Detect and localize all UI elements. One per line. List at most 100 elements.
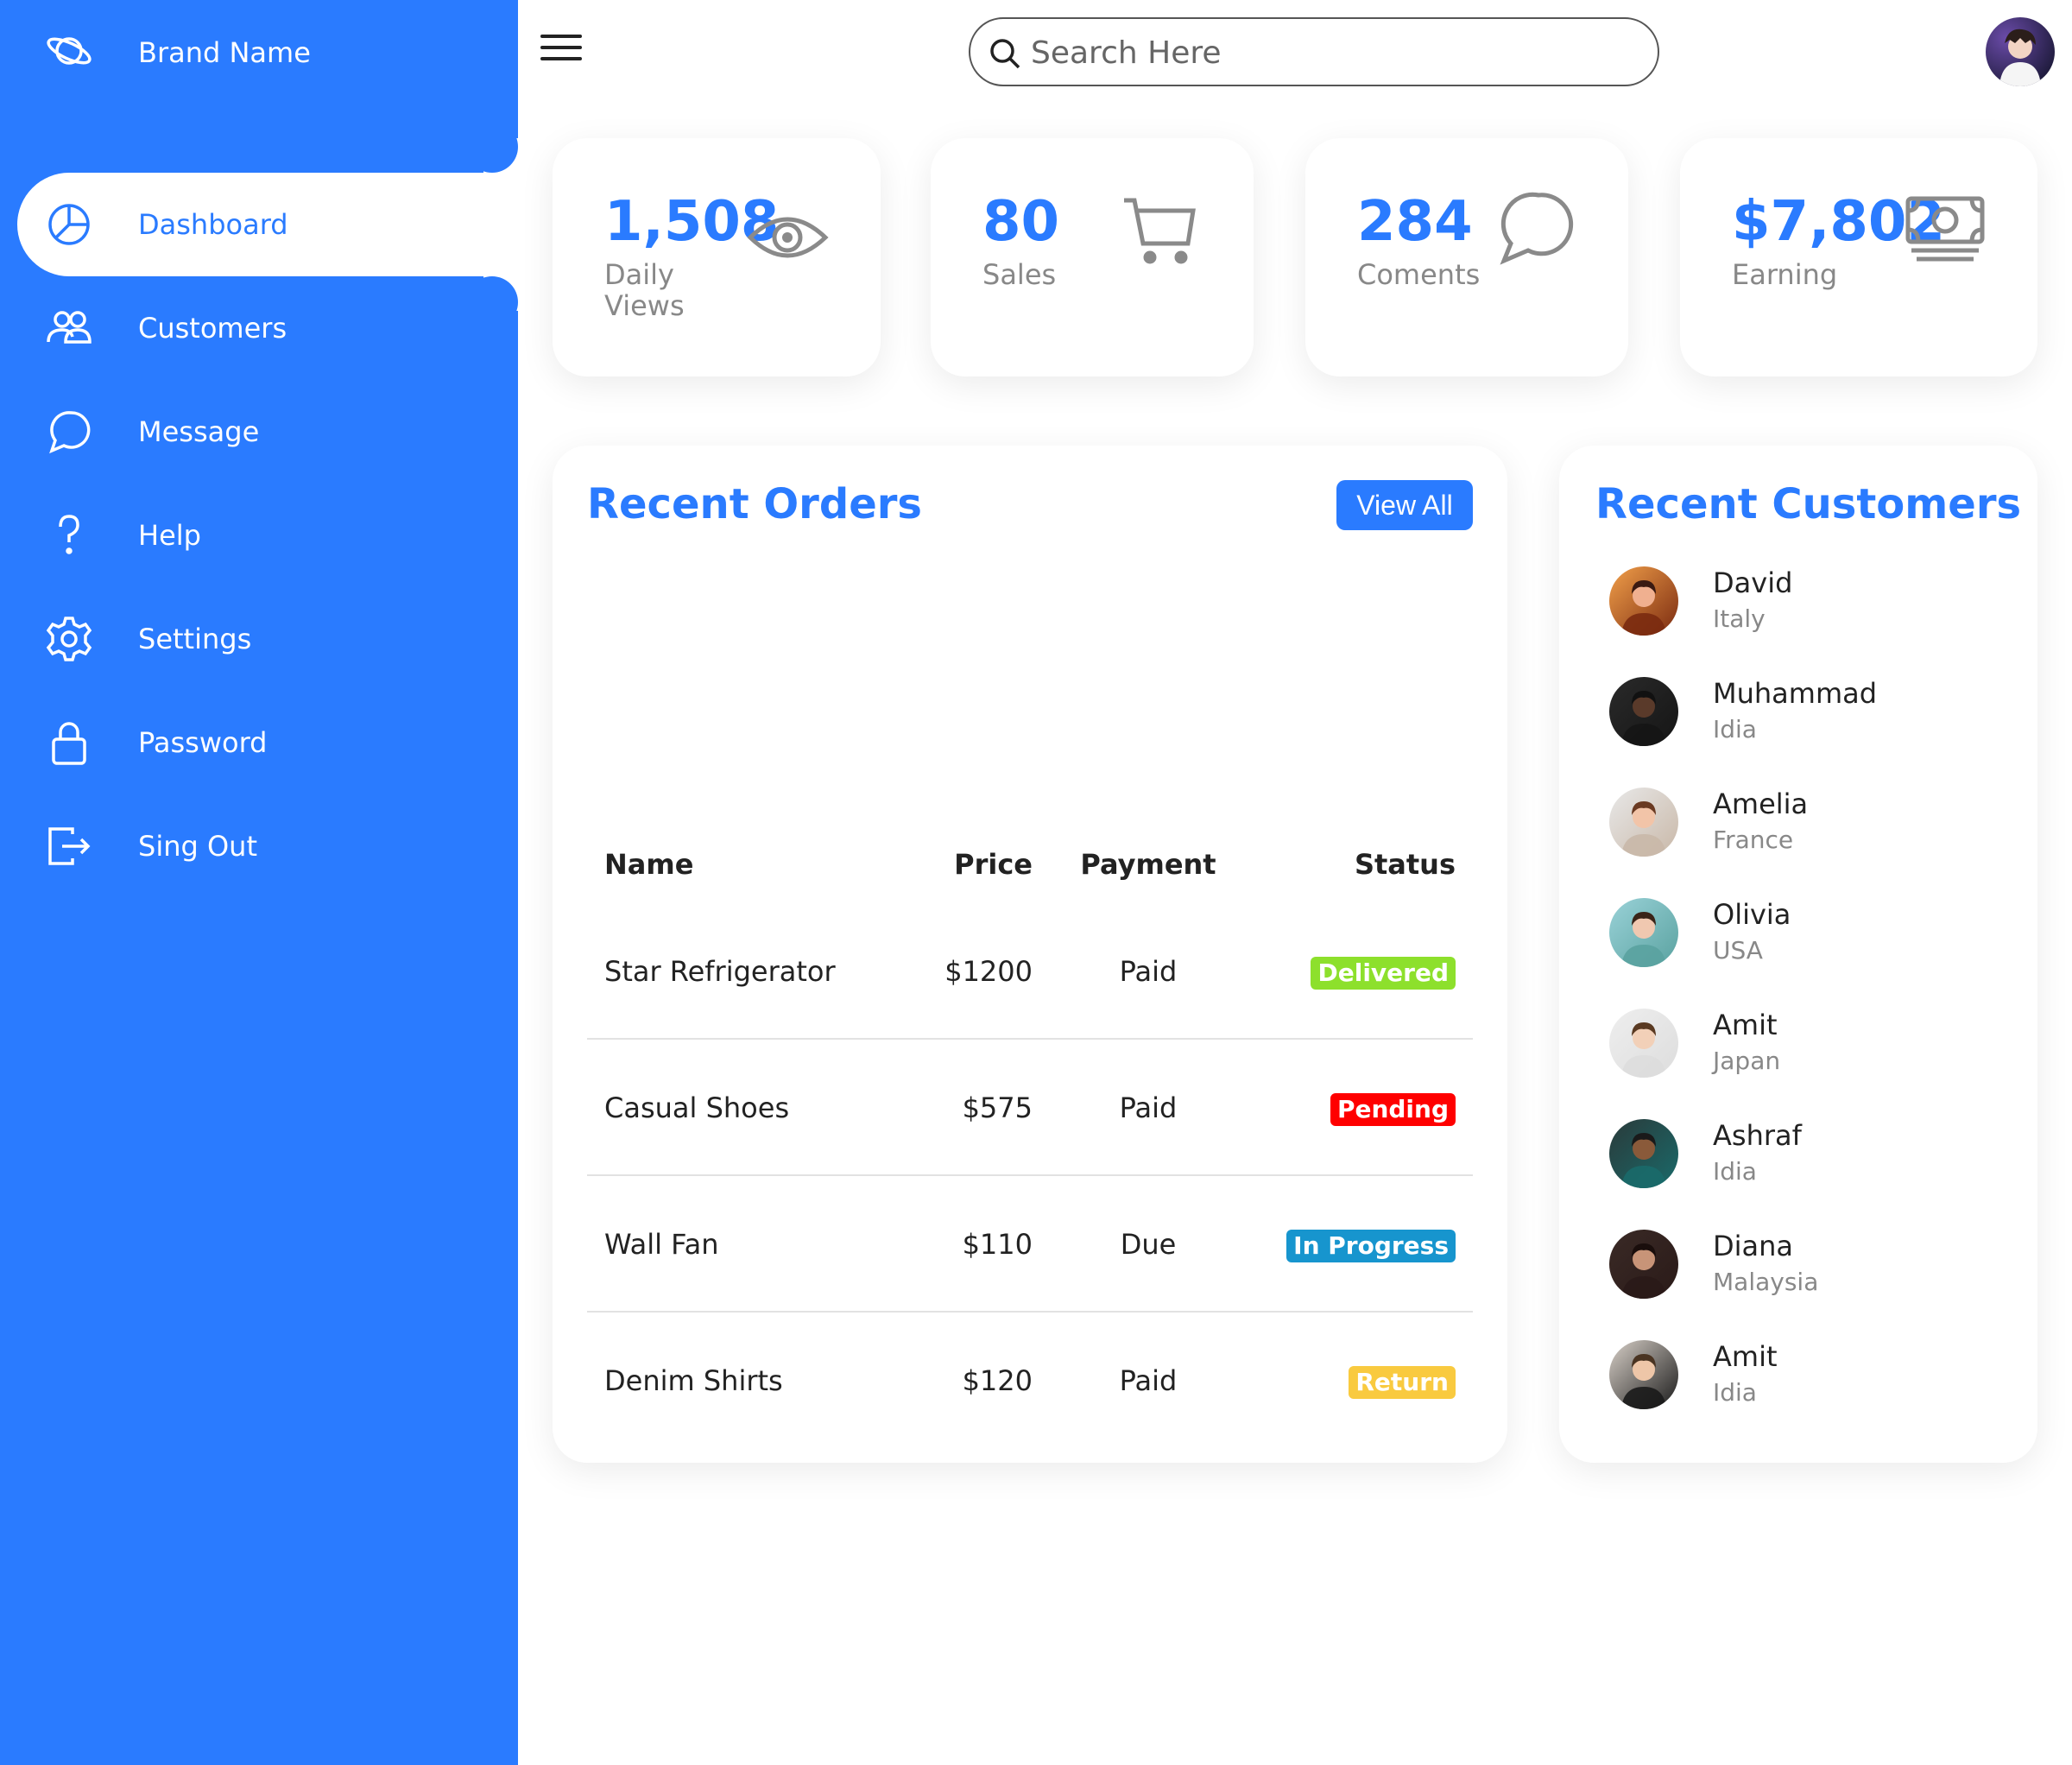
order-status: Delivered [1311, 903, 1456, 1040]
status-badge: Pending [1330, 1093, 1456, 1126]
stat-label: Earning [1732, 258, 1838, 291]
customer-country: Idia [1713, 1157, 1757, 1186]
order-name: Wall Fan [604, 1228, 719, 1261]
help-icon [43, 509, 95, 561]
sidebar-item-label: Help [138, 519, 201, 552]
stat-number: 80 [982, 190, 1060, 254]
order-price: $120 [962, 1364, 1033, 1397]
sidebar-item-label: Password [138, 726, 268, 759]
brand[interactable]: Brand Name [43, 26, 311, 79]
order-name: Star Refrigerator [604, 955, 836, 988]
avatar [1609, 1340, 1678, 1409]
cash-icon [1905, 195, 1991, 282]
avatar [1609, 1230, 1678, 1299]
sidebar-item-label: Settings [138, 623, 252, 655]
sidebar-item-customers[interactable]: Customers [17, 276, 518, 380]
order-name: Denim Shirts [604, 1364, 783, 1397]
order-price: $110 [962, 1228, 1033, 1261]
avatar [1609, 1119, 1678, 1188]
logout-icon [43, 820, 95, 872]
stat-card-sales: 80 Sales [931, 138, 1254, 376]
customer-name: David [1713, 566, 1793, 599]
customer-country: Malaysia [1713, 1268, 1819, 1296]
stat-label: Sales [982, 258, 1057, 291]
sidebar-item-label: Sing Out [138, 830, 257, 863]
sidebar-item-dashboard[interactable]: Dashboard [17, 173, 518, 276]
sidebar-item-password[interactable]: Password [17, 691, 518, 794]
cart-icon [1121, 192, 1207, 278]
pie-chart-icon [43, 199, 95, 250]
status-badge: Delivered [1311, 957, 1456, 990]
brand-name: Brand Name [138, 36, 311, 69]
view-all-button[interactable]: View All [1336, 480, 1473, 530]
avatar [1609, 788, 1678, 857]
customer-country: USA [1713, 936, 1763, 965]
customer-name: Ashraf [1713, 1119, 1802, 1152]
customer-name: Diana [1713, 1230, 1794, 1262]
customer-name: Amit [1713, 1009, 1778, 1041]
table-header: Name Price Payment Status [587, 808, 1473, 903]
lock-icon [43, 717, 95, 769]
list-item[interactable]: Amit Japan [1609, 1009, 2006, 1095]
menu-toggle-button[interactable] [540, 35, 584, 69]
list-item[interactable]: Ashraf Idia [1609, 1119, 2006, 1205]
order-price: $1200 [944, 955, 1033, 988]
order-status: Return [1349, 1313, 1456, 1449]
customer-name: Amit [1713, 1340, 1778, 1373]
sidebar-item-label: Customers [138, 312, 287, 345]
avatar [1609, 677, 1678, 746]
recent-orders-title: Recent Orders [587, 480, 922, 528]
hamburger-icon [540, 35, 582, 38]
table-row[interactable]: Wall Fan $110 Due In Progress [587, 1176, 1473, 1313]
table-row[interactable]: Star Refrigerator $1200 Paid Delivered [587, 903, 1473, 1040]
customer-country: Italy [1713, 604, 1766, 633]
hamburger-icon [540, 57, 582, 60]
stat-card-earning: $7,802 Earning [1680, 138, 2037, 376]
customer-country: Idia [1713, 715, 1757, 743]
status-badge: Return [1349, 1366, 1456, 1399]
search-icon[interactable] [988, 36, 1022, 71]
search-bar [969, 17, 1659, 86]
stat-label: Coments [1357, 258, 1481, 291]
customer-country: Idia [1713, 1378, 1757, 1407]
eye-icon [747, 197, 833, 283]
recent-customers-panel: Recent Customers David Italy Muhammad Id… [1559, 446, 2037, 1463]
orders-table: Name Price Payment Status Star Refrigera… [587, 808, 1473, 1449]
sidebar: Brand Name Dashboard Customers Message H… [0, 0, 518, 1765]
avatar [1609, 566, 1678, 636]
list-item[interactable]: David Italy [1609, 566, 2006, 653]
stat-number: 284 [1357, 190, 1473, 254]
sidebar-item-help[interactable]: Help [17, 484, 518, 587]
list-item[interactable]: Muhammad Idia [1609, 677, 2006, 763]
table-row[interactable]: Denim Shirts $120 Paid Return [587, 1313, 1473, 1449]
search-input[interactable] [1031, 28, 1635, 78]
order-price: $575 [962, 1091, 1033, 1124]
table-row[interactable]: Casual Shoes $575 Paid Pending [587, 1040, 1473, 1176]
list-item[interactable]: Diana Malaysia [1609, 1230, 2006, 1316]
status-badge: In Progress [1286, 1230, 1456, 1262]
list-item[interactable]: Olivia USA [1609, 898, 2006, 984]
stat-label: Daily Views [604, 258, 685, 322]
chat-bubble-icon [43, 406, 95, 458]
gear-icon [43, 613, 95, 665]
customer-name: Olivia [1713, 898, 1791, 931]
avatar [1609, 1009, 1678, 1078]
avatar [1609, 898, 1678, 967]
customer-name: Muhammad [1713, 677, 1878, 710]
sidebar-item-sign-out[interactable]: Sing Out [17, 794, 518, 898]
planet-icon [43, 27, 95, 79]
stat-card-comments: 284 Coments [1305, 138, 1628, 376]
sidebar-item-label: Dashboard [138, 208, 288, 241]
hamburger-icon [540, 46, 582, 49]
sidebar-item-message[interactable]: Message [17, 380, 518, 484]
sidebar-item-label: Message [138, 415, 260, 448]
order-name: Casual Shoes [604, 1091, 790, 1124]
customer-name: Amelia [1713, 788, 1809, 820]
sidebar-item-settings[interactable]: Settings [17, 587, 518, 691]
list-item[interactable]: Amit Idia [1609, 1340, 2006, 1427]
people-icon [43, 302, 95, 354]
order-status: In Progress [1286, 1176, 1456, 1313]
avatar[interactable] [1986, 17, 2055, 86]
stat-card-daily-views: 1,508 Daily Views [553, 138, 881, 376]
list-item[interactable]: Amelia France [1609, 788, 2006, 874]
